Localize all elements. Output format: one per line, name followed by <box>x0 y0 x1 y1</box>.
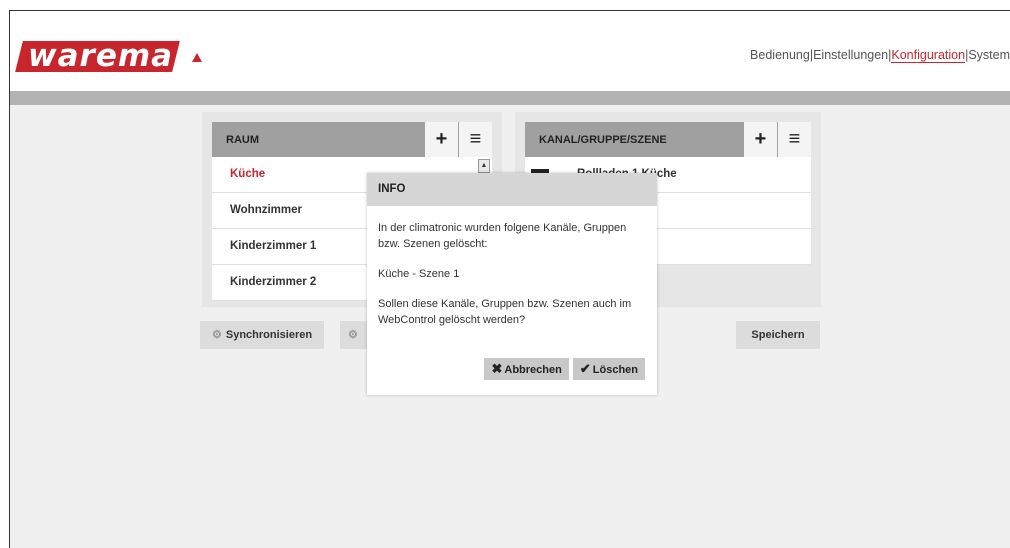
room-panel-header: RAUM + ≡ <box>212 122 492 157</box>
dialog-question: Sollen diese Kanäle, Gruppen bzw. Szenen… <box>378 298 632 326</box>
logo-text: warema <box>28 38 174 74</box>
channel-menu-button[interactable]: ≡ <box>777 122 811 157</box>
delete-button[interactable]: ✔ Löschen <box>572 358 645 380</box>
dialog-message: In der climatronic wurden folgene Kanäle… <box>378 222 627 250</box>
save-label: Speichern <box>751 329 805 341</box>
close-icon: ✖ <box>491 361 503 376</box>
header: warema Bedienung|Einstellungen|Konfigura… <box>10 11 1010 91</box>
save-button[interactable]: Speichern <box>736 321 820 349</box>
gears-icon: ⚙ <box>348 329 358 341</box>
check-icon: ✔ <box>579 361 591 376</box>
channel-panel-header: KANAL/GRUPPE/SZENE + ≡ <box>525 122 811 157</box>
dialog-title: INFO <box>367 173 657 206</box>
delete-label: Löschen <box>592 364 638 376</box>
cancel-button[interactable]: ✖ Abbrechen <box>484 358 569 380</box>
info-dialog: INFO In der climatronic wurden folgene K… <box>367 173 657 395</box>
room-menu-button[interactable]: ≡ <box>458 122 492 157</box>
nav-system[interactable]: System <box>968 48 1010 62</box>
cancel-label: Abbrechen <box>504 364 562 376</box>
synchronize-label: Synchronisieren <box>225 329 313 341</box>
dialog-buttons: ✖ Abbrechen ✔ Löschen <box>480 358 645 380</box>
synchronize-button[interactable]: ⚙ Synchronisieren <box>200 321 325 349</box>
header-divider-bar <box>10 91 1010 105</box>
plus-icon: + <box>435 128 448 150</box>
app-window: warema Bedienung|Einstellungen|Konfigura… <box>9 10 1010 548</box>
nav-einstellungen[interactable]: Einstellungen <box>813 48 888 62</box>
plus-icon: + <box>754 128 767 150</box>
warning-icon[interactable] <box>192 53 202 62</box>
dialog-body: In der climatronic wurden folgene Kanäle… <box>367 206 657 328</box>
top-navigation: Bedienung|Einstellungen|Konfiguration|Sy… <box>750 48 1010 63</box>
gears-icon: ⚙ <box>212 329 222 341</box>
nav-bedienung[interactable]: Bedienung <box>750 48 810 62</box>
channel-panel-title: KANAL/GRUPPE/SZENE <box>539 134 667 146</box>
add-channel-button[interactable]: + <box>743 122 777 157</box>
menu-icon: ≡ <box>469 128 482 150</box>
nav-konfiguration[interactable]: Konfiguration <box>891 48 966 63</box>
secondary-gear-button[interactable]: ⚙ <box>340 321 370 349</box>
dialog-deleted-item: Küche - Szene 1 <box>378 268 460 280</box>
menu-icon: ≡ <box>788 128 801 150</box>
scroll-up-arrow-icon[interactable]: ▲ <box>478 159 490 173</box>
add-room-button[interactable]: + <box>424 122 458 157</box>
room-panel-title: RAUM <box>226 134 259 146</box>
